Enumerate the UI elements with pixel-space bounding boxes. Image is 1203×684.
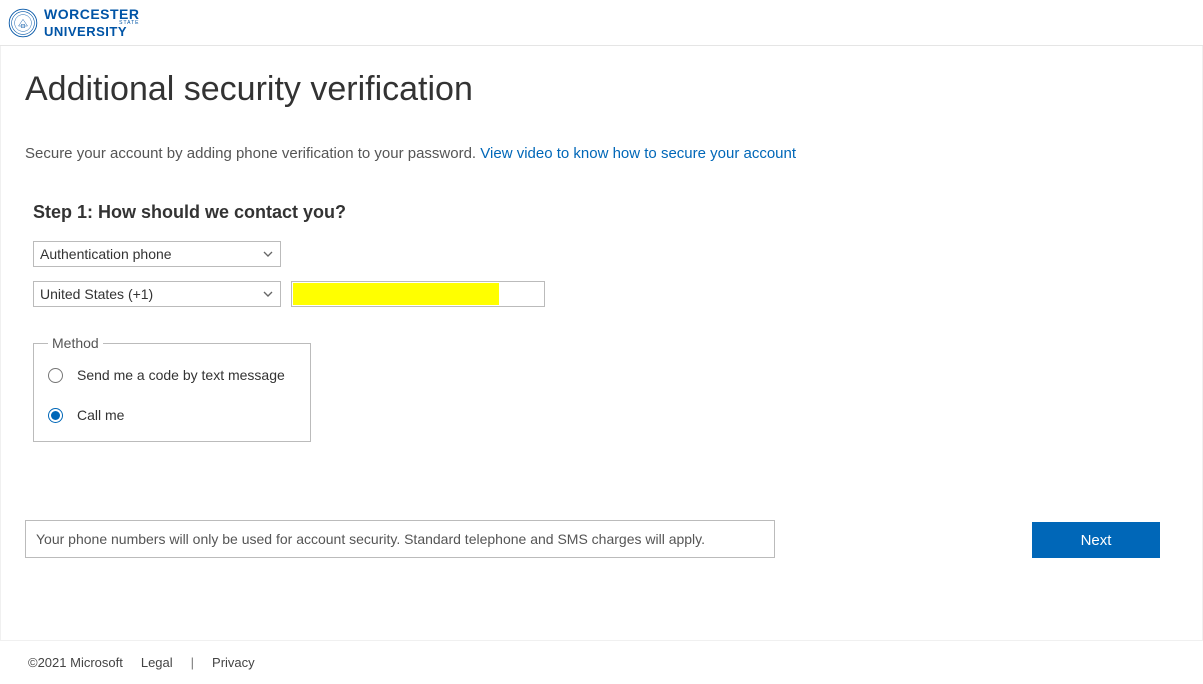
phone-number-input[interactable] <box>292 282 544 306</box>
radio-call-me[interactable] <box>48 408 63 423</box>
contact-method-select[interactable]: Authentication phone <box>33 241 281 267</box>
disclaimer: Your phone numbers will only be used for… <box>25 520 775 558</box>
method-fieldset: Method Send me a code by text message Ca… <box>33 335 311 442</box>
separator: | <box>191 655 194 670</box>
subtitle-row: Secure your account by adding phone veri… <box>25 145 1178 162</box>
radio-text-label: Send me a code by text message <box>77 367 285 383</box>
privacy-link[interactable]: Privacy <box>212 655 255 670</box>
logo-top: WORCESTER <box>44 7 140 21</box>
legal-link[interactable]: Legal <box>141 655 173 670</box>
main-content: Additional security verification Secure … <box>0 46 1203 640</box>
method-radio-text[interactable]: Send me a code by text message <box>48 367 296 383</box>
phone-row: United States (+1) <box>33 281 1178 307</box>
phone-input-wrapper <box>291 281 545 307</box>
logo: WORCESTER STATE UNIVERSITY <box>8 7 140 38</box>
method-legend: Method <box>48 335 103 351</box>
next-button[interactable]: Next <box>1032 522 1160 558</box>
page-title: Additional security verification <box>25 70 1178 109</box>
method-radio-call[interactable]: Call me <box>48 407 296 423</box>
logo-text: WORCESTER STATE UNIVERSITY <box>44 7 140 38</box>
step-heading: Step 1: How should we contact you? <box>33 202 1178 223</box>
university-seal-icon <box>8 8 38 38</box>
header: WORCESTER STATE UNIVERSITY <box>0 0 1203 46</box>
footer: ©2021 Microsoft Legal | Privacy <box>0 640 1203 684</box>
copyright: ©2021 Microsoft <box>28 655 123 670</box>
radio-text-message[interactable] <box>48 368 63 383</box>
country-code-select[interactable]: United States (+1) <box>33 281 281 307</box>
view-video-link[interactable]: View video to know how to secure your ac… <box>480 145 796 162</box>
subtitle-text: Secure your account by adding phone veri… <box>25 145 480 162</box>
logo-bottom: UNIVERSITY <box>44 25 140 38</box>
radio-call-label: Call me <box>77 407 124 423</box>
